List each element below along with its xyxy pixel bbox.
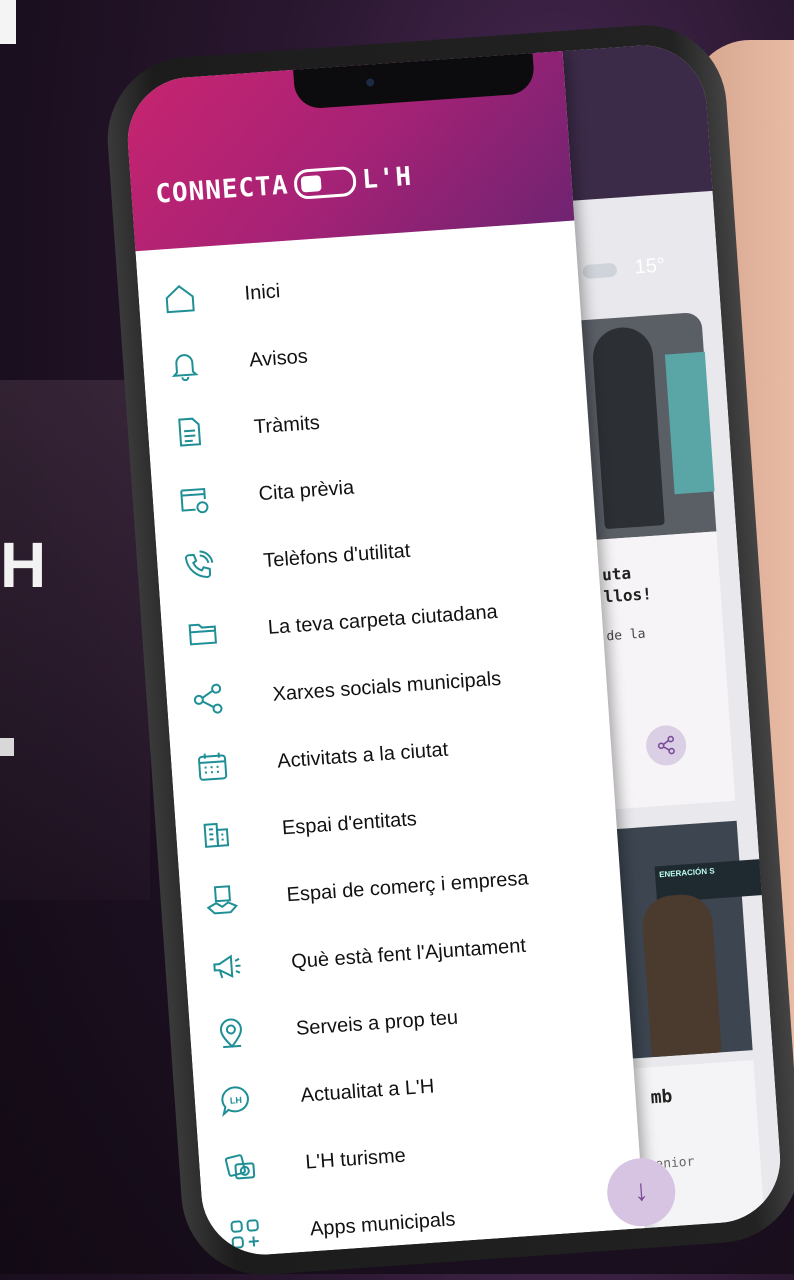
menu-item-label: Inici xyxy=(243,279,281,305)
news-card-title-line2: llos! xyxy=(602,584,653,607)
photo-person-2 xyxy=(640,892,722,1058)
logo-toggle-icon xyxy=(293,165,358,200)
buildings-icon xyxy=(199,815,235,851)
menu-item-label: Actualitat a L'H xyxy=(299,1074,436,1107)
handshake-building-icon xyxy=(204,882,240,918)
menu-item-label: Espai d'entitats xyxy=(281,807,418,839)
bell-icon xyxy=(166,347,202,383)
chat-bubble-icon: LH xyxy=(218,1082,254,1118)
menu-item-label: Tràmits xyxy=(253,411,321,438)
menu-item-label: Cita prèvia xyxy=(257,476,355,505)
background-letter: H xyxy=(0,529,47,601)
megaphone-icon xyxy=(208,948,244,984)
temperature: 15° xyxy=(633,254,666,279)
camera-dot xyxy=(365,78,375,87)
phone-icon xyxy=(180,547,216,583)
phone-screen: 15° uta llos! de la ENERACIÓN S mb enior… xyxy=(123,41,785,1259)
weather-widget: 15° xyxy=(582,254,666,283)
share-icon[interactable] xyxy=(644,724,688,767)
content-header xyxy=(557,41,713,201)
menu-item-label: Serveis a prop teu xyxy=(295,1006,459,1040)
calendar-clock-icon xyxy=(176,481,212,517)
location-pin-icon xyxy=(213,1015,249,1051)
phone: 15° uta llos! de la ENERACIÓN S mb enior… xyxy=(84,19,794,1280)
apps-grid-icon xyxy=(227,1216,263,1252)
folder-icon xyxy=(185,614,221,650)
menu-item-label: La teva carpeta ciutadana xyxy=(267,600,499,639)
logo-text-right: L'H xyxy=(361,161,414,196)
background-dash xyxy=(0,738,14,756)
camera-photos-icon xyxy=(222,1149,258,1185)
news-card-text: de la xyxy=(605,626,647,645)
menu-item-label: Xarxes socials municipals xyxy=(271,667,502,706)
svg-text:LH: LH xyxy=(230,1095,243,1106)
arrow-down-icon: ↓ xyxy=(632,1173,650,1208)
menu-item-label: Activitats a la ciutat xyxy=(276,738,449,773)
menu-item-label: Espai de comerç i empresa xyxy=(285,866,530,906)
news-card-image-2[interactable]: ENERACIÓN S xyxy=(611,820,767,1059)
menu-item-label: Apps municipals xyxy=(309,1207,457,1240)
document-icon xyxy=(171,414,207,450)
photo-person xyxy=(590,325,665,530)
menu-item-label: L'H turisme xyxy=(304,1144,407,1174)
background-logo-block xyxy=(0,0,16,44)
calendar-icon xyxy=(194,748,230,784)
phone-frame: 15° uta llos! de la ENERACIÓN S mb enior… xyxy=(102,19,794,1280)
app-logo: CONNECTA L'H xyxy=(154,162,413,210)
news-card[interactable]: uta llos! de la xyxy=(591,531,736,810)
news-card-image[interactable] xyxy=(576,311,717,541)
logo-text-left: CONNECTA xyxy=(154,170,290,210)
share-icon xyxy=(190,681,226,717)
home-icon xyxy=(162,280,198,316)
news-card-title-line1: uta xyxy=(601,563,632,585)
menu-item-label: Telèfons d'utilitat xyxy=(262,539,411,572)
news-card-2-title: mb xyxy=(649,1085,674,1109)
navigation-drawer: CONNECTA L'H Inici Avisos Tràmits Cita prèv… xyxy=(123,50,645,1259)
cloud-icon xyxy=(582,262,618,279)
photo-board xyxy=(664,351,715,495)
menu-item-label: Què està fent l'Ajuntament xyxy=(290,934,527,973)
menu-item-label: Avisos xyxy=(248,345,309,372)
